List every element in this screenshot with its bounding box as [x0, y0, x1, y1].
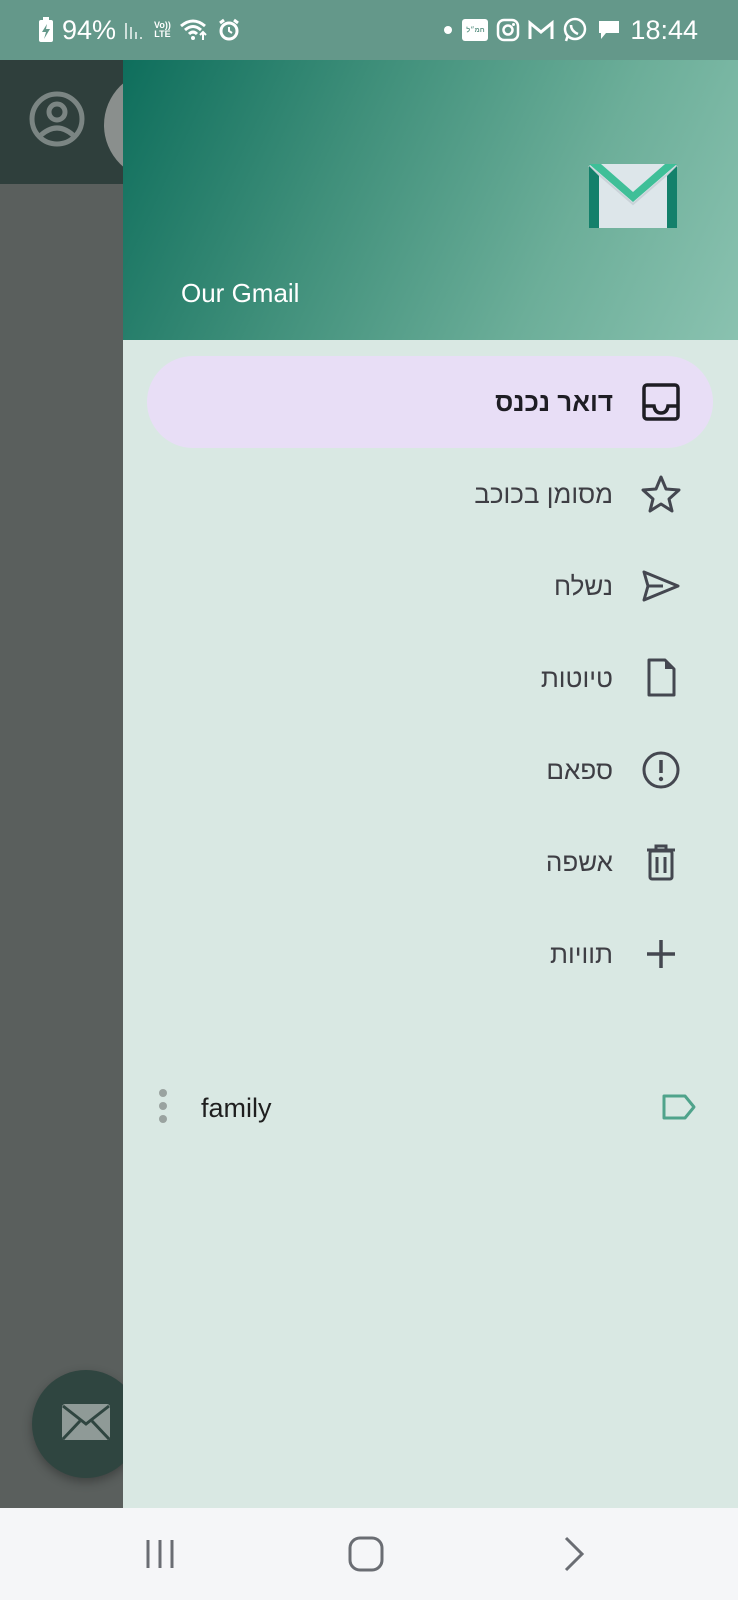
mail-envelope-icon — [587, 162, 679, 235]
news-app-icon: חמ״ל — [462, 19, 489, 41]
drawer-item-drafts[interactable]: טיוטות — [147, 632, 713, 724]
drawer-item-label: תוויות — [550, 939, 613, 969]
chat-icon — [596, 18, 622, 42]
drawer-item-label: מסומן בכוכב — [474, 479, 613, 509]
dot-icon — [442, 24, 454, 36]
drawer-item-label: אשפה — [545, 847, 613, 877]
volte-icon: Vo)) LTE — [154, 21, 171, 39]
drawer-title: Our Gmail — [181, 278, 300, 308]
drawer-item-label: נשלח — [554, 571, 613, 601]
drawer-item-label: דואר נכנס — [495, 387, 613, 417]
drawer-item-label: טיוטות — [540, 663, 613, 693]
star-icon — [641, 474, 681, 514]
clock: 18:44 — [630, 14, 698, 45]
wifi-icon — [179, 18, 209, 42]
label-item-family[interactable]: family — [147, 1072, 713, 1144]
news-badge-text: חמ״ל — [466, 26, 485, 34]
recent-apps-icon[interactable] — [138, 1532, 182, 1576]
drawer-item-trash[interactable]: אשפה — [147, 816, 713, 908]
trash-icon — [641, 842, 681, 882]
alarm-icon — [217, 18, 241, 42]
battery-percent: 94% — [62, 14, 117, 45]
spam-icon — [641, 750, 681, 790]
system-navigation-bar — [0, 1508, 738, 1600]
signal-icon — [124, 19, 146, 41]
drawer-item-starred[interactable]: מסומן בכוכב — [147, 448, 713, 540]
drawer-item-spam[interactable]: ספאם — [147, 724, 713, 816]
drawer-item-sent[interactable]: נשלח — [147, 540, 713, 632]
drawer-item-label: ספאם — [546, 755, 613, 785]
drawer-item-labels[interactable]: תוויות — [147, 908, 713, 1000]
inbox-icon — [641, 382, 681, 422]
more-vert-icon[interactable] — [153, 1086, 173, 1126]
draft-icon — [641, 658, 681, 698]
send-icon — [641, 566, 681, 606]
instagram-icon — [496, 18, 520, 42]
account-circle-icon — [28, 90, 86, 153]
whatsapp-icon — [562, 17, 588, 43]
battery-charging-icon — [38, 17, 54, 43]
mail-icon — [61, 1403, 111, 1446]
back-icon[interactable] — [552, 1532, 596, 1576]
volte-bottom-text: LTE — [154, 29, 171, 39]
home-icon[interactable] — [344, 1532, 388, 1576]
status-bar: 94% Vo)) LTE חמ״ל 18:44 — [0, 0, 738, 60]
drawer-item-inbox[interactable]: דואר נכנס — [147, 356, 713, 448]
add-icon — [641, 934, 681, 974]
gmail-icon — [528, 19, 554, 41]
label-name: family — [201, 1093, 272, 1123]
label-tag-icon — [661, 1092, 697, 1122]
drawer-header: Our Gmail — [123, 60, 738, 340]
navigation-drawer: Our Gmail דואר נכנס מסומן בכוכב נשלח טיו… — [123, 60, 738, 1508]
